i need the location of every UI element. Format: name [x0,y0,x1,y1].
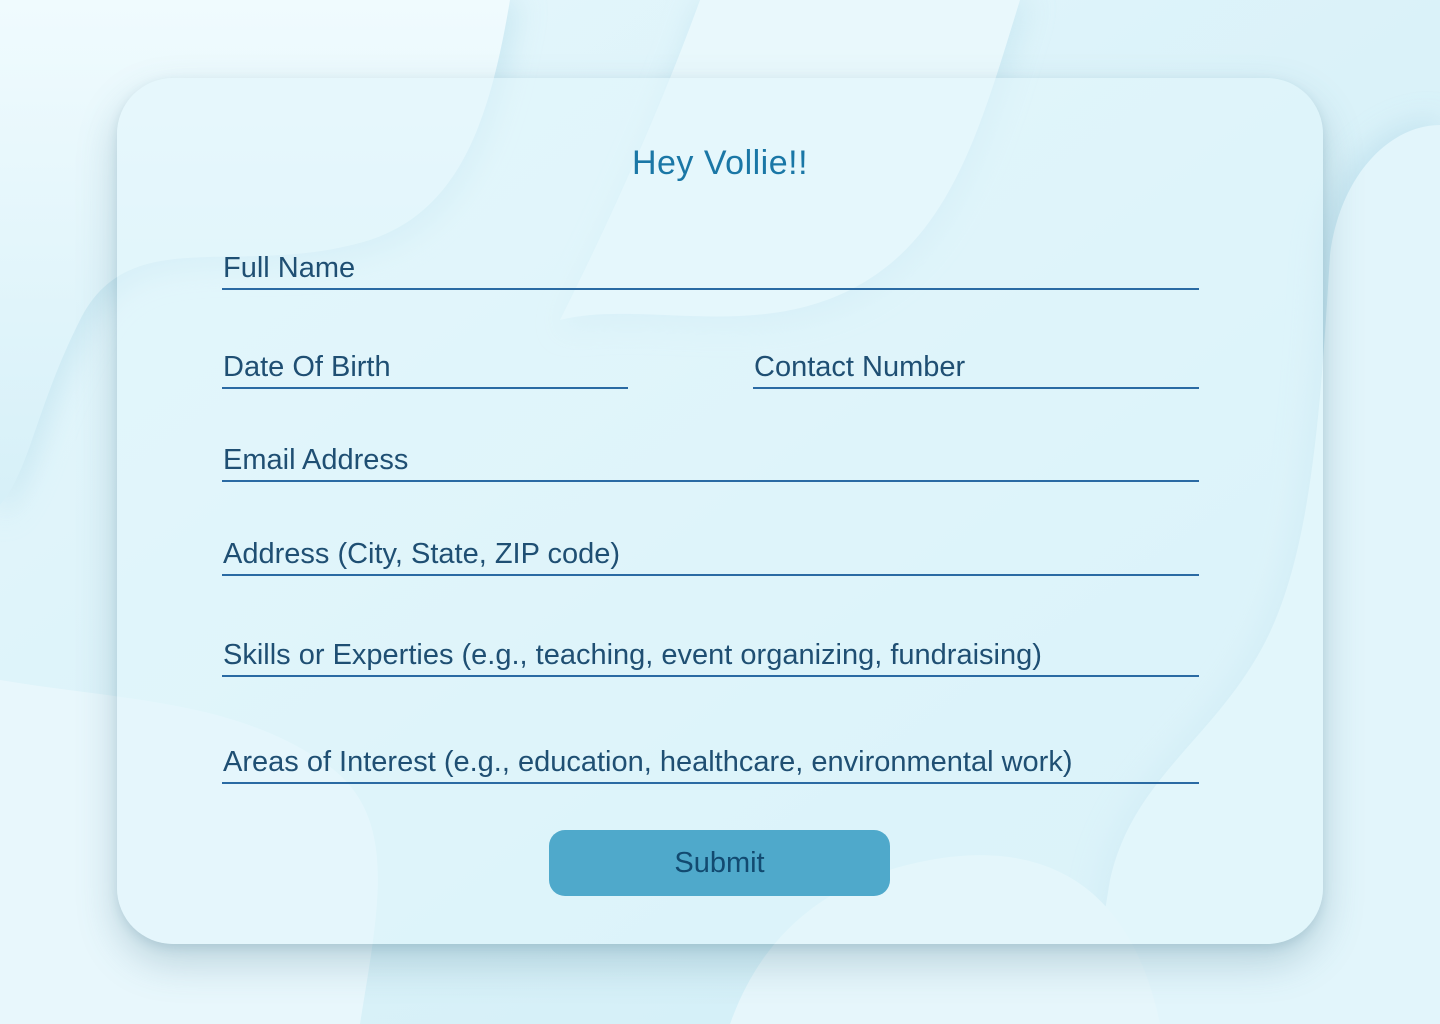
email-address-field [222,440,1199,482]
contact-number-field [753,347,1199,389]
interests-field [222,742,1199,784]
address-field [222,534,1199,576]
full-name-input[interactable] [222,248,1199,288]
submit-button[interactable]: Submit [549,830,890,896]
form-title: Hey Vollie!! [631,144,809,182]
skills-field [222,635,1199,677]
date-of-birth-input[interactable] [222,347,628,387]
address-input[interactable] [222,534,1199,574]
skills-input[interactable] [222,635,1199,675]
full-name-field [222,248,1199,290]
interests-input[interactable] [222,742,1199,782]
date-of-birth-field [222,347,628,389]
email-address-input[interactable] [222,440,1199,480]
contact-number-input[interactable] [753,347,1199,387]
volunteer-form-card: Hey Vollie!! Submit [117,78,1323,944]
